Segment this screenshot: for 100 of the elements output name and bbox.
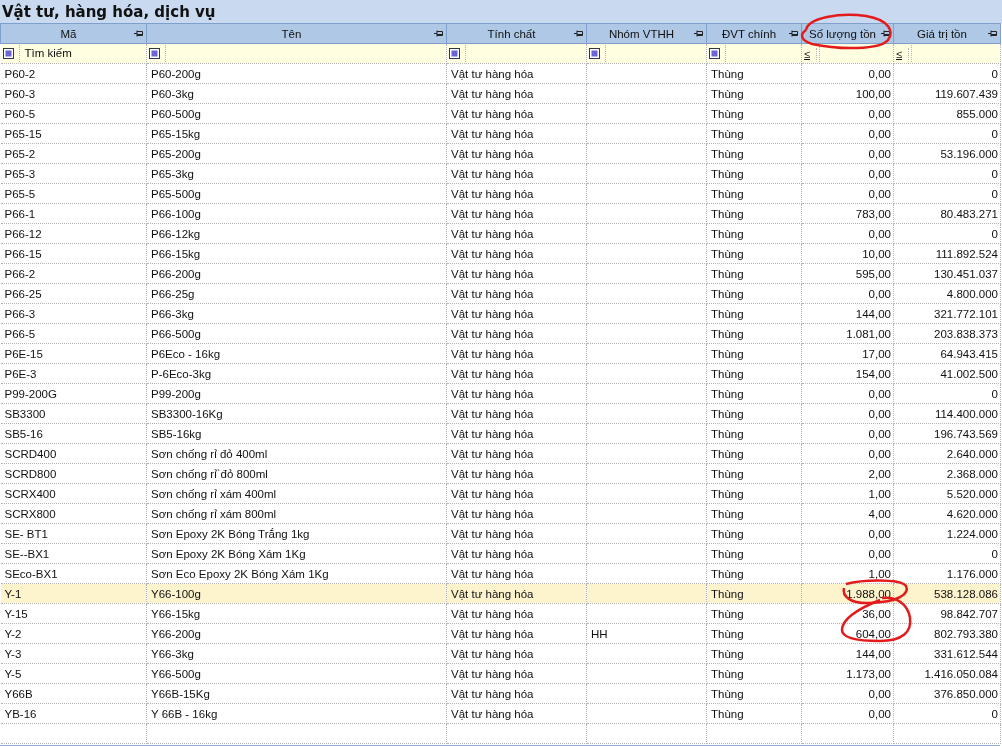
table-cell: P99-200G	[4, 387, 57, 400]
table-cell: P60-3	[4, 87, 36, 100]
table-cell: Y-3	[4, 647, 22, 660]
table-cell: 1,00	[868, 567, 891, 580]
table-cell: 144,00	[855, 307, 891, 320]
pin-icon[interactable]	[694, 30, 703, 37]
table-cell: SB3300-16Kg	[151, 407, 223, 420]
table-cell: P65-2	[4, 147, 36, 160]
table-cell: Vật tư hàng hóa	[451, 347, 534, 360]
table-cell: 4,00	[868, 507, 891, 520]
table-cell: 855.000	[956, 107, 998, 120]
table-cell: Thùng	[711, 707, 744, 720]
table-cell: Thùng	[711, 167, 744, 180]
column-header[interactable]: Nhóm VTHH	[586, 23, 707, 44]
table-cell: 1.173,00	[846, 667, 891, 680]
table-cell: Y-15	[4, 607, 28, 620]
table-cell: P66-5	[4, 327, 36, 340]
table-cell: Thùng	[711, 147, 744, 160]
table-cell: Vật tư hàng hóa	[451, 387, 534, 400]
table-cell: P65-3	[4, 167, 36, 180]
table-cell: Thùng	[711, 347, 744, 360]
filter-mode-icon[interactable]	[149, 48, 160, 59]
table-cell: Y66-15kg	[151, 607, 201, 620]
table-cell: Thùng	[711, 627, 744, 640]
table-cell: 0	[991, 707, 998, 720]
table-cell: P66-15	[4, 247, 42, 260]
pin-icon[interactable]	[574, 30, 583, 37]
table-cell: P66-2	[4, 267, 36, 280]
table-cell: P66-3kg	[151, 307, 194, 320]
table-cell: 0	[991, 227, 998, 240]
table-cell: 114.400.000	[934, 407, 998, 420]
table-cell: 1,00	[868, 487, 891, 500]
table-cell: 17,00	[862, 347, 891, 360]
table-cell: Vật tư hàng hóa	[451, 667, 534, 680]
column-header[interactable]: Số lượng tồn	[801, 23, 894, 44]
column-header[interactable]: Tính chất	[446, 23, 587, 44]
table-cell: Thùng	[711, 687, 744, 700]
table-cell: 0,00	[868, 187, 891, 200]
table-cell: 0	[991, 167, 998, 180]
table-cell: Vật tư hàng hóa	[451, 287, 534, 300]
table-cell: 0,00	[868, 427, 891, 440]
table-cell: Y66-500g	[151, 667, 201, 680]
table-cell: P66-3	[4, 307, 36, 320]
table-cell: P65-15kg	[151, 127, 201, 140]
table-cell: SCRX400	[4, 487, 56, 500]
table-cell: 1.988,00	[846, 587, 891, 600]
table-cell: 0,00	[868, 107, 891, 120]
table-cell: Y66-100g	[151, 587, 201, 600]
table-cell: 0,00	[868, 527, 891, 540]
filter-mode-icon[interactable]	[2, 48, 14, 59]
table-cell: Sơn chống rỉ xám 400ml	[151, 487, 277, 500]
table-cell: Vật tư hàng hóa	[451, 467, 534, 480]
table-cell: SB3300	[4, 407, 46, 420]
table-cell: Vật tư hàng hóa	[451, 307, 534, 320]
table-cell: Y-1	[4, 587, 22, 600]
column-header[interactable]: Giá trị tồn	[893, 23, 1001, 44]
operator-button[interactable]: ≤	[804, 47, 817, 60]
table-cell: 604,00	[855, 627, 891, 640]
table-cell: 4.620.000	[946, 507, 998, 520]
table-cell: Vật tư hàng hóa	[451, 67, 534, 80]
table-cell: P6E-15	[4, 347, 43, 360]
table-cell: Y-5	[4, 667, 22, 680]
table-cell: 41.002.500	[940, 367, 998, 380]
pin-icon[interactable]	[988, 30, 997, 37]
operator-button[interactable]: ≤	[896, 47, 909, 60]
table-cell: P6E-3	[4, 367, 37, 380]
column-header[interactable]: Mã	[0, 23, 147, 44]
table-cell: Y66B	[4, 687, 33, 700]
table-cell: Thùng	[711, 87, 744, 100]
pin-icon[interactable]	[881, 30, 890, 37]
table-cell: Sơn Epoxy 2K Bóng Xám 1Kg	[151, 547, 306, 560]
table-cell: Vật tư hàng hóa	[451, 327, 534, 340]
table-cell: 2,00	[868, 467, 891, 480]
pin-icon[interactable]	[789, 30, 798, 37]
filter-mode-icon[interactable]	[589, 48, 600, 59]
pin-icon[interactable]	[434, 30, 443, 37]
table-cell: 10,00	[862, 247, 891, 260]
table-cell: Vật tư hàng hóa	[451, 707, 534, 720]
table-cell: Vật tư hàng hóa	[451, 267, 534, 280]
table-cell: 5.520.000	[946, 487, 998, 500]
table-cell: Vật tư hàng hóa	[451, 487, 534, 500]
column-header[interactable]: ĐVT chính	[706, 23, 802, 44]
table-cell: Y66-200g	[151, 627, 201, 640]
table-cell: Thùng	[711, 487, 744, 500]
pin-icon[interactable]	[134, 30, 143, 37]
table-cell: 0,00	[868, 227, 891, 240]
column-header[interactable]: Tên	[146, 23, 447, 44]
table-cell: 4.800.000	[946, 287, 998, 300]
table-cell: Thùng	[711, 367, 744, 380]
table-cell: SB5-16kg	[151, 427, 202, 440]
filter-mode-icon[interactable]	[449, 48, 460, 59]
table-cell: P66-100g	[151, 207, 201, 220]
table-cell: 2.640.000	[946, 447, 998, 460]
table-cell: 0	[991, 547, 998, 560]
table-cell: P66-15kg	[151, 247, 201, 260]
table-cell: 0,00	[868, 127, 891, 140]
table-cell: 144,00	[855, 647, 891, 660]
table-cell: 538.128.086	[934, 587, 998, 600]
filter-mode-icon[interactable]	[709, 48, 720, 59]
table-cell: Thùng	[711, 547, 744, 560]
